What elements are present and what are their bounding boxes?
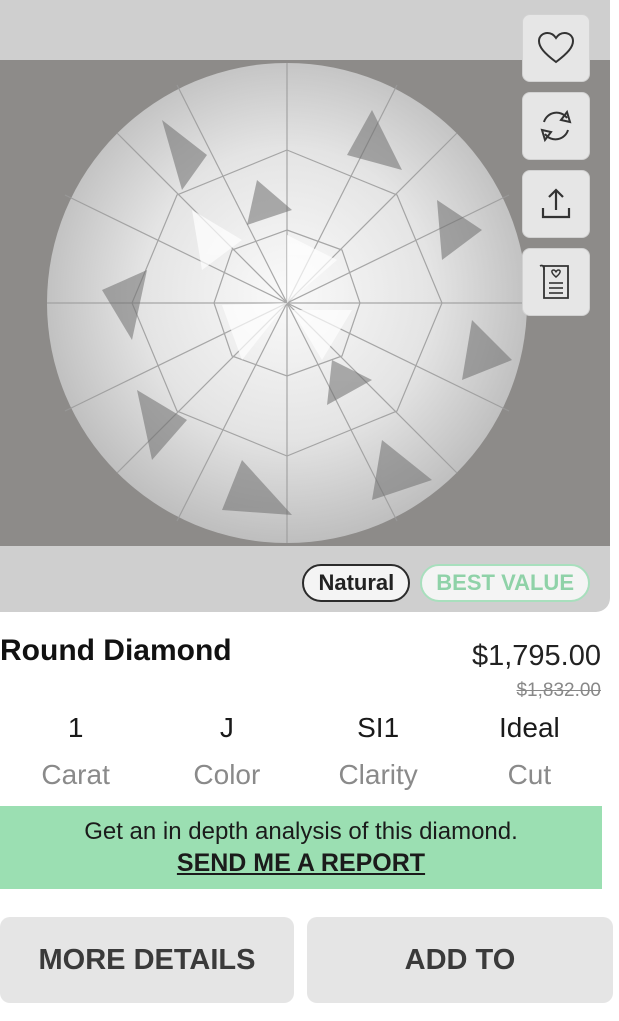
compare-icon	[540, 109, 572, 143]
spec-label: Carat	[41, 759, 110, 790]
spec-value: Ideal	[499, 712, 560, 743]
spec-clarity: SI1 Clarity	[303, 708, 454, 802]
natural-badge: Natural	[302, 564, 411, 602]
spec-value: 1	[67, 712, 84, 743]
report-text: Get an in depth analysis of this diamond…	[84, 818, 518, 845]
heart-icon	[537, 31, 575, 64]
original-price: $1,832.00	[516, 680, 601, 701]
favorite-button[interactable]	[522, 14, 590, 82]
best-value-badge: BEST VALUE	[420, 564, 590, 602]
spec-label: Cut	[507, 759, 552, 790]
spec-value: J	[219, 712, 234, 743]
action-buttons	[522, 14, 590, 326]
product-media[interactable]: Natural BEST VALUE	[0, 0, 610, 612]
report-banner: Get an in depth analysis of this diamond…	[0, 806, 602, 889]
certificate-button[interactable]	[522, 248, 590, 316]
add-to-button[interactable]: ADD TO	[307, 917, 613, 1003]
diamond-card: Natural BEST VALUE Round Diamond $1,795.…	[0, 0, 619, 1021]
spec-grid: 1 Carat J Color SI1 Clarity Ideal Cut	[0, 708, 605, 802]
spec-cut: Ideal Cut	[454, 708, 605, 802]
diamond-photo[interactable]	[0, 60, 610, 546]
compare-button[interactable]	[522, 92, 590, 160]
share-button[interactable]	[522, 170, 590, 238]
product-price: $1,795.00	[471, 640, 601, 672]
share-icon	[541, 188, 571, 219]
product-title: Round Diamond	[0, 634, 232, 667]
spec-carat: 1 Carat	[0, 708, 151, 802]
spec-color: J Color	[151, 708, 302, 802]
spec-label: Clarity	[338, 759, 418, 790]
certificate-icon	[539, 264, 569, 299]
more-details-button[interactable]: MORE DETAILS	[0, 917, 294, 1003]
spec-label: Color	[193, 759, 261, 790]
diamond-image	[47, 63, 527, 543]
spec-value: SI1	[357, 712, 400, 743]
badge-group: Natural BEST VALUE	[302, 564, 590, 602]
send-report-link[interactable]: SEND ME A REPORT	[177, 848, 425, 878]
